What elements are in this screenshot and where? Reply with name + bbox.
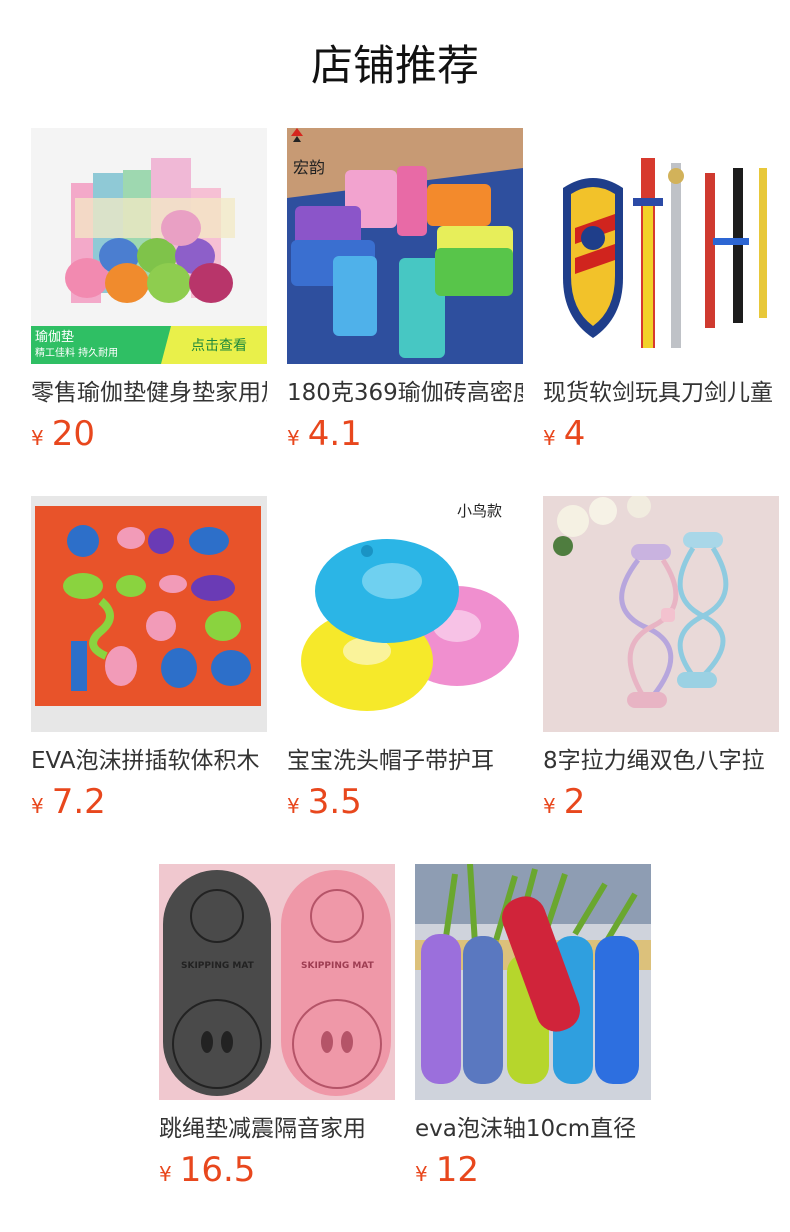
product-image[interactable]: SKIPPING MAT SKIPPING MAT xyxy=(159,864,395,1100)
badge-subtitle: 精工佳料 持久耐用 xyxy=(35,348,119,359)
product-image[interactable]: 宏韵 xyxy=(287,128,523,364)
eva-puzzle-image xyxy=(31,496,267,732)
brand-logo: 宏韵 xyxy=(293,158,326,177)
product-card[interactable]: 8字拉力绳双色八字拉 ¥2 xyxy=(543,496,779,828)
section-title: 店铺推荐 xyxy=(310,41,479,90)
product-card[interactable]: 瑜伽垫 精工佳料 持久耐用 点击查看 零售瑜伽垫健身垫家用加厚 ¥20 xyxy=(31,128,267,460)
price-value: 4 xyxy=(563,414,586,454)
currency-symbol: ¥ xyxy=(287,794,300,818)
product-name[interactable]: 宝宝洗头帽子带护耳 xyxy=(287,746,523,776)
product-price: ¥4 xyxy=(543,414,779,460)
product-card[interactable]: EVA泡沫拼插软体积木 ¥7.2 xyxy=(31,496,267,828)
product-price: ¥7.2 xyxy=(31,782,267,828)
product-price: ¥2 xyxy=(543,782,779,828)
skipping-mat-image xyxy=(159,864,395,1100)
product-card[interactable]: 宏韵 180克369瑜伽砖高密度 ¥4.1 xyxy=(287,128,523,460)
price-value: 2 xyxy=(563,782,586,822)
product-card[interactable]: 小鸟款 宝宝洗头帽子带护耳 ¥3.5 xyxy=(287,496,523,828)
currency-symbol: ¥ xyxy=(159,1162,172,1186)
product-price: ¥20 xyxy=(31,414,267,460)
product-price: ¥4.1 xyxy=(287,414,523,460)
resistance-band-image xyxy=(543,496,779,732)
variant-tag: 小鸟款 xyxy=(457,502,503,520)
mat-label-right: SKIPPING MAT xyxy=(301,961,374,971)
product-card[interactable]: 现货软剑玩具刀剑儿童 ¥4 xyxy=(543,128,779,460)
price-value: 12 xyxy=(435,1150,479,1190)
badge-title: 瑜伽垫 xyxy=(35,330,75,345)
product-name[interactable]: eva泡沫轴10cm直径 xyxy=(415,1114,651,1144)
product-image[interactable] xyxy=(415,864,651,1100)
product-name[interactable]: 跳绳垫减震隔音家用 xyxy=(159,1114,395,1144)
product-price: ¥3.5 xyxy=(287,782,523,828)
product-name[interactable]: 180克369瑜伽砖高密度 xyxy=(287,378,523,408)
price-value: 4.1 xyxy=(307,414,362,454)
product-image[interactable]: 小鸟款 xyxy=(287,496,523,732)
currency-symbol: ¥ xyxy=(31,794,44,818)
foam-sword-image xyxy=(543,128,779,364)
product-name[interactable]: 8字拉力绳双色八字拉 xyxy=(543,746,779,776)
product-card[interactable]: eva泡沫轴10cm直径 ¥12 xyxy=(415,864,651,1196)
shampoo-cap-image xyxy=(287,496,523,732)
currency-symbol: ¥ xyxy=(31,426,44,450)
currency-symbol: ¥ xyxy=(543,426,556,450)
product-name[interactable]: EVA泡沫拼插软体积木 xyxy=(31,746,267,776)
product-image[interactable] xyxy=(31,496,267,732)
product-name[interactable]: 现货软剑玩具刀剑儿童 xyxy=(543,378,779,408)
price-value: 20 xyxy=(51,414,95,454)
badge-cta: 点击查看 xyxy=(191,338,247,354)
mat-label-left: SKIPPING MAT xyxy=(181,961,254,971)
currency-symbol: ¥ xyxy=(287,426,300,450)
currency-symbol: ¥ xyxy=(415,1162,428,1186)
currency-symbol: ¥ xyxy=(543,794,556,818)
product-card[interactable]: SKIPPING MAT SKIPPING MAT 跳绳垫减震隔音家用 ¥16.… xyxy=(159,864,395,1196)
product-price: ¥16.5 xyxy=(159,1150,395,1196)
price-value: 7.2 xyxy=(51,782,106,822)
product-image[interactable] xyxy=(543,496,779,732)
product-image[interactable]: 瑜伽垫 精工佳料 持久耐用 点击查看 xyxy=(31,128,267,364)
yoga-mat-image xyxy=(31,128,267,364)
product-image[interactable] xyxy=(543,128,779,364)
product-price: ¥12 xyxy=(415,1150,651,1196)
price-value: 3.5 xyxy=(307,782,362,822)
price-value: 16.5 xyxy=(179,1150,256,1190)
foam-roller-image xyxy=(415,864,651,1100)
product-name[interactable]: 零售瑜伽垫健身垫家用加厚 xyxy=(31,378,267,408)
